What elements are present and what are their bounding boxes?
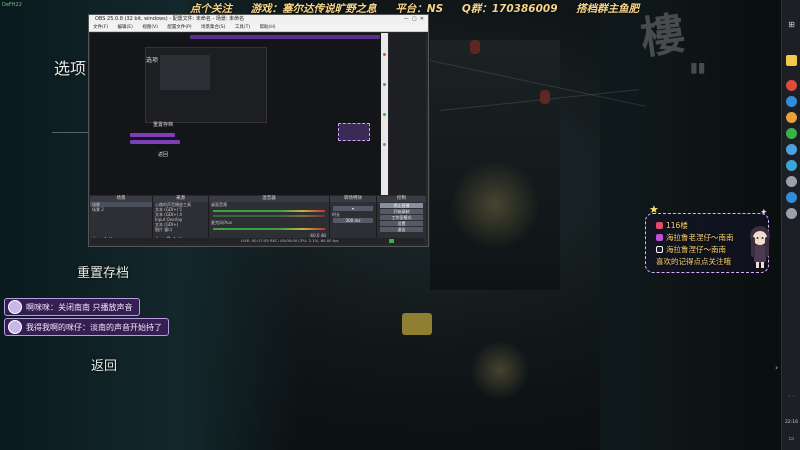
scroll-marker bbox=[383, 143, 386, 146]
dock-transitions: 转场特效 ▾ 时长 300 ms bbox=[330, 196, 377, 243]
overlay-partner: 搭档群主鱼肥 bbox=[576, 3, 640, 15]
menu-profile[interactable]: 配置文件(P) bbox=[167, 25, 191, 30]
notification-text: 喜欢的记得点点关注哦 bbox=[656, 257, 731, 266]
menu-file[interactable]: 文件(F) bbox=[93, 25, 108, 30]
background-light bbox=[450, 160, 540, 250]
notification-row: 116楼 bbox=[656, 220, 688, 231]
tray-icons[interactable]: ◦ ◦ bbox=[783, 395, 800, 400]
chibi-character-icon bbox=[750, 226, 770, 268]
avatar bbox=[8, 300, 22, 314]
background-lantern bbox=[540, 90, 550, 104]
taskbar: ⊞ ◦ ◦ 22:16 ▭ bbox=[781, 0, 800, 450]
mixer-track-label: 麦克风/Aux bbox=[211, 220, 232, 225]
volume-slider[interactable] bbox=[213, 215, 325, 217]
start-recording-button[interactable]: 开始录制 bbox=[380, 209, 423, 214]
taskbar-app-icon[interactable] bbox=[786, 128, 797, 139]
scroll-marker bbox=[383, 53, 386, 56]
menu-reset-save[interactable]: 重置存档 bbox=[77, 262, 129, 281]
avatar bbox=[8, 320, 22, 334]
menu-view[interactable]: 视图(V) bbox=[142, 25, 158, 30]
obs-title-bar[interactable]: OBS 25.0.8 (32 bit, windows) - 配置文件: 未命名… bbox=[89, 15, 428, 24]
source-item[interactable]: 图片 窗口 bbox=[153, 227, 208, 232]
menu-back[interactable]: 返回 bbox=[91, 355, 117, 374]
transition-duration-input[interactable]: 300 ms bbox=[333, 218, 373, 223]
mixer-track-label: 桌面音频 bbox=[211, 202, 227, 207]
notification-text: 116楼 bbox=[666, 221, 688, 230]
notification-center-icon[interactable]: ▭ bbox=[783, 435, 800, 442]
obs-status-bar: LIVE: 00:17:05 REC: 00:00:00 CPU: 2.1%, … bbox=[91, 238, 425, 244]
dock-sources: 来源 心跳的声音播放工具 文本 (GDI+) 5 文本 (GDI+) 4 Inp… bbox=[153, 196, 209, 243]
preview-notification bbox=[338, 123, 370, 141]
dock-controls: 控制 停止直播 开始录制 工作室模式 设置 退出 bbox=[377, 196, 426, 243]
chat-text: 啊咪咪：关闭南南 只播放声音 bbox=[26, 302, 133, 312]
obs-preview-right-area bbox=[389, 33, 426, 195]
preview-menu-back: 返回 bbox=[158, 152, 169, 158]
obs-title: OBS 25.0.8 (32 bit, windows) - 配置文件: 未命名… bbox=[95, 16, 245, 22]
obs-menu-bar: 文件(F) 编辑(E) 视图(V) 配置文件(P) 场景集合(S) 工具(T) … bbox=[89, 24, 428, 32]
overlay-qq-group: Q群：170386009 bbox=[461, 3, 558, 15]
windows-start-icon[interactable]: ⊞ bbox=[783, 20, 800, 29]
taskbar-app-icon[interactable] bbox=[786, 160, 797, 171]
audio-meter bbox=[213, 228, 325, 230]
corner-tag: DeFH22 bbox=[2, 2, 22, 8]
exit-button[interactable]: 退出 bbox=[380, 227, 423, 232]
notification-row: 喜欢的记得点点关注哦 bbox=[656, 256, 731, 267]
transition-select[interactable]: ▾ bbox=[333, 206, 373, 211]
preview-menu-reset: 重置存档 bbox=[153, 122, 174, 128]
studio-mode-button[interactable]: 工作室模式 bbox=[380, 215, 423, 220]
background-lantern bbox=[470, 40, 480, 54]
app-icon-folder[interactable] bbox=[786, 55, 797, 66]
menu-edit[interactable]: 编辑(E) bbox=[118, 25, 133, 30]
dock-transitions-header: 转场特效 bbox=[330, 196, 376, 202]
taskbar-app-icon[interactable] bbox=[786, 192, 797, 203]
audio-meter bbox=[213, 210, 325, 212]
scroll-marker bbox=[383, 113, 386, 116]
menu-options[interactable]: 选项 bbox=[54, 55, 86, 79]
notification-row: 海拉鲁老涅仔～南南 bbox=[656, 232, 734, 243]
instagram-icon bbox=[656, 234, 663, 241]
background-sign-small: ▮▮ bbox=[690, 60, 706, 76]
obs-preview-scrollbar[interactable] bbox=[381, 33, 388, 195]
preview-chat-bar bbox=[130, 140, 180, 144]
chat-text: 我得我啊的咪仔：淡南的声音开始持了 bbox=[26, 322, 162, 332]
background-stool bbox=[402, 313, 432, 335]
preview-overlay-bar bbox=[190, 35, 380, 39]
taskbar-clock[interactable]: 22:16 bbox=[783, 420, 800, 425]
scroll-marker bbox=[383, 83, 386, 86]
chevron-right-icon[interactable]: › bbox=[775, 363, 778, 372]
notification-row: 海拉鲁涅仔～南南 bbox=[656, 244, 726, 255]
settings-button[interactable]: 设置 bbox=[380, 221, 423, 226]
obs-window[interactable]: OBS 25.0.8 (32 bit, windows) - 配置文件: 未命名… bbox=[88, 14, 429, 247]
menu-scene-collection[interactable]: 场景集合(S) bbox=[201, 25, 225, 30]
taskbar-app-icon[interactable] bbox=[786, 208, 797, 219]
menu-help[interactable]: 帮助(H) bbox=[260, 25, 276, 30]
window-controls[interactable]: — ▢ ✕ bbox=[404, 15, 424, 24]
obs-preview-canvas[interactable]: 选项 重置存档 返回 bbox=[90, 33, 381, 195]
tiktok-icon bbox=[656, 246, 663, 253]
taskbar-app-icon[interactable] bbox=[786, 144, 797, 155]
taskbar-app-icon[interactable] bbox=[786, 112, 797, 123]
taskbar-app-icon[interactable] bbox=[786, 176, 797, 187]
preview-nested-capture-inner bbox=[160, 55, 210, 90]
stop-streaming-button[interactable]: 停止直播 bbox=[380, 203, 423, 208]
taskbar-app-icon[interactable] bbox=[786, 96, 797, 107]
menu-tools[interactable]: 工具(T) bbox=[235, 25, 250, 30]
chat-message: 啊咪咪：关闭南南 只播放声音 bbox=[4, 298, 140, 316]
scene-item[interactable]: 场景 2 bbox=[90, 207, 152, 212]
taskbar-app-icon[interactable] bbox=[786, 80, 797, 91]
chat-message: 我得我啊的咪仔：淡南的声音开始持了 bbox=[4, 318, 169, 336]
preview-menu-options: 选项 bbox=[146, 57, 159, 64]
dock-controls-header: 控制 bbox=[377, 196, 426, 202]
dock-mixer: 混音器 桌面音频 麦克风/Aux -60.0 dB bbox=[209, 196, 330, 243]
notification-text: 海拉鲁老涅仔～南南 bbox=[666, 233, 734, 242]
notification-text: 海拉鲁涅仔～南南 bbox=[666, 245, 726, 254]
status-indicator bbox=[389, 239, 394, 243]
floor-icon bbox=[656, 222, 663, 229]
dock-scenes: 场景 场景 场景 2 + − ∧ ∨ bbox=[90, 196, 153, 243]
menu-divider bbox=[52, 132, 92, 133]
transition-duration-label: 时长 bbox=[332, 212, 340, 217]
background-light bbox=[470, 340, 530, 400]
obs-dock-panel: 场景 场景 场景 2 + − ∧ ∨ 来源 心跳的声音播放工具 文本 (GDI+… bbox=[90, 196, 426, 244]
preview-chat-bar bbox=[130, 133, 175, 137]
